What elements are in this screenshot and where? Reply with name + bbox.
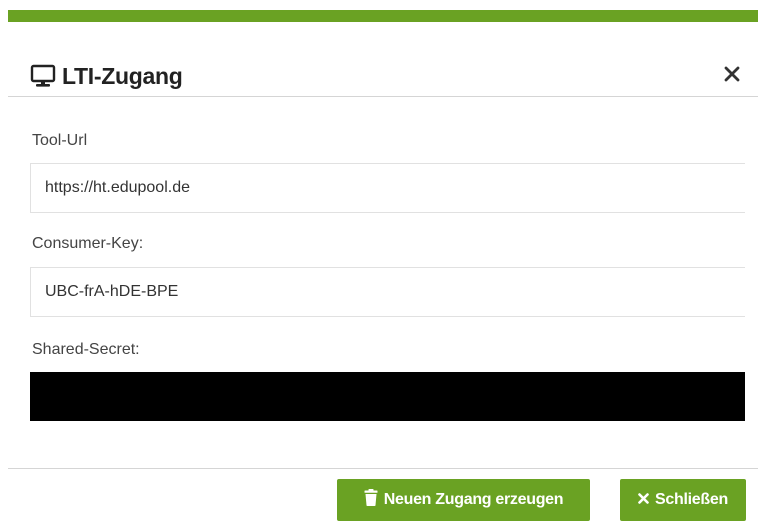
new-access-label: Neuen Zugang erzeugen	[383, 491, 564, 508]
new-access-button[interactable]: Neuen Zugang erzeugen	[337, 479, 590, 521]
x-icon	[638, 491, 649, 509]
close-button[interactable]: Schließen	[620, 479, 746, 521]
close-icon[interactable]	[720, 62, 744, 86]
monitor-icon	[30, 62, 62, 90]
header-divider	[8, 96, 758, 97]
shared-secret-field[interactable]	[30, 372, 745, 421]
tool-url-label: Tool-Url	[32, 132, 88, 149]
shared-secret-label: Shared-Secret:	[32, 341, 140, 358]
consumer-key-input[interactable]	[30, 267, 745, 317]
tool-url-input[interactable]	[30, 163, 745, 213]
lti-access-dialog: LTI-Zugang Tool-Url Consumer-Key: Shared…	[0, 0, 758, 525]
footer-divider	[8, 468, 758, 469]
close-button-label: Schließen	[655, 491, 728, 508]
dialog-header: LTI-Zugang	[30, 58, 746, 94]
consumer-key-label: Consumer-Key:	[32, 235, 144, 252]
dialog-title: LTI-Zugang	[62, 62, 183, 89]
accent-top-bar	[8, 10, 758, 22]
trash-icon	[364, 489, 378, 511]
